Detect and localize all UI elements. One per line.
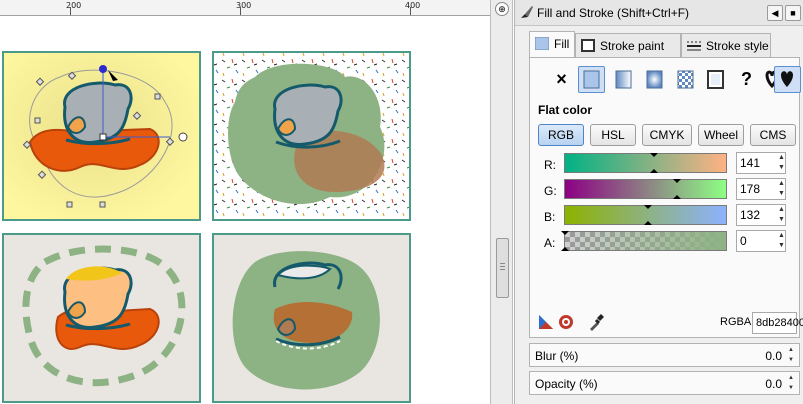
mode-wheel-button[interactable]: Wheel	[698, 124, 744, 146]
alpha-label: A:	[544, 236, 556, 250]
canvas-artwork	[2, 51, 411, 403]
dialog-titlebar: Fill and Stroke (Shift+Ctrl+F) ◀ ■	[515, 0, 803, 26]
slider-marker	[561, 247, 569, 251]
red-decrement[interactable]: ▼	[776, 163, 787, 174]
tab-stroke-style[interactable]: Stroke style	[681, 33, 771, 57]
swatch-button[interactable]	[702, 66, 729, 93]
ruler-label: 200	[66, 1, 82, 10]
blue-label: B:	[544, 210, 556, 224]
rgba-label: RGBA:	[720, 316, 755, 328]
vertical-scrollbar[interactable]: ⊕	[490, 0, 513, 404]
blue-slider[interactable]	[564, 205, 727, 225]
ruler-label: 400	[405, 1, 421, 10]
horizontal-ruler: 200 300 400	[0, 0, 490, 16]
slider-marker	[644, 205, 653, 209]
pattern-button[interactable]	[672, 66, 699, 93]
radial-gradient-button[interactable]	[641, 66, 668, 93]
tab-label: Stroke style	[706, 39, 769, 53]
slider-marker	[650, 153, 659, 157]
tab-label: Fill	[554, 37, 570, 51]
flat-color-button[interactable]	[578, 66, 605, 93]
opacity-label: Opacity (%)	[535, 377, 598, 391]
color-managed-icon[interactable]	[538, 314, 554, 330]
mode-rgb-button[interactable]: RGB	[538, 124, 584, 146]
rgba-input[interactable]: 8db28400	[752, 312, 803, 334]
green-decrement[interactable]: ▼	[776, 189, 787, 200]
red-label: R:	[544, 158, 556, 172]
fill-stroke-dialog: Fill and Stroke (Shift+Ctrl+F) ◀ ■ Fill …	[514, 0, 803, 404]
drawing-canvas[interactable]	[0, 17, 490, 404]
nonzero-icon	[781, 71, 793, 87]
dialog-title: Fill and Stroke (Shift+Ctrl+F)	[537, 6, 690, 20]
no-paint-button[interactable]: ×	[548, 66, 575, 93]
fill-icon	[535, 37, 549, 50]
fill-panel: × ? Flat color RGB HSL CMYK Wheel CMS R:…	[529, 57, 803, 338]
slider-marker	[673, 179, 682, 183]
slider-marker	[644, 221, 653, 225]
scrollbar-thumb[interactable]	[496, 238, 509, 298]
zoom-fit-icon[interactable]: ⊕	[495, 2, 509, 16]
stroke-paint-icon	[581, 39, 595, 52]
mode-cmyk-button[interactable]: CMYK	[642, 124, 692, 146]
brush-icon	[521, 6, 533, 18]
out-of-gamut-icon[interactable]	[558, 314, 574, 330]
blue-decrement[interactable]: ▼	[776, 215, 787, 226]
blur-spinner[interactable]: ▲ ▼	[786, 345, 796, 365]
green-label: G:	[544, 184, 557, 198]
mode-hsl-button[interactable]: HSL	[590, 124, 636, 146]
red-slider[interactable]	[564, 153, 727, 173]
color-picker-icon[interactable]	[588, 313, 604, 331]
unset-paint-button[interactable]: ?	[733, 66, 760, 93]
radial-gradient-icon	[646, 70, 663, 89]
opacity-row[interactable]: Opacity (%) 0.0 ▲ ▼	[529, 371, 800, 395]
blur-value[interactable]: 0.0	[765, 349, 782, 363]
alpha-decrement[interactable]: ▼	[776, 241, 787, 252]
slider-marker	[650, 169, 659, 173]
stroke-style-icon	[687, 41, 701, 51]
flat-color-icon	[583, 70, 600, 89]
slider-marker	[673, 195, 682, 199]
blur-label: Blur (%)	[535, 349, 579, 363]
linear-gradient-button[interactable]	[610, 66, 637, 93]
flat-color-label: Flat color	[538, 103, 593, 117]
alpha-slider[interactable]	[561, 231, 727, 251]
tab-label: Stroke paint	[600, 39, 665, 53]
ruler-label: 300	[236, 1, 252, 10]
linear-gradient-icon	[615, 70, 632, 89]
tab-fill[interactable]: Fill	[529, 31, 575, 57]
blur-row[interactable]: Blur (%) 0.0 ▲ ▼	[529, 343, 800, 367]
opacity-value[interactable]: 0.0	[765, 377, 782, 391]
pattern-icon	[677, 70, 694, 89]
fill-rule-nonzero-button[interactable]	[774, 66, 801, 93]
green-slider[interactable]	[564, 179, 727, 199]
swatch-icon	[707, 70, 724, 89]
no-paint-icon: ×	[556, 69, 567, 89]
unset-icon: ?	[741, 69, 752, 89]
tab-stroke-paint[interactable]: Stroke paint	[575, 33, 681, 57]
close-button[interactable]: ■	[785, 5, 801, 21]
slider-marker	[561, 231, 569, 235]
collapse-button[interactable]: ◀	[767, 5, 783, 21]
mode-cms-button[interactable]: CMS	[750, 124, 796, 146]
opacity-spinner[interactable]: ▲ ▼	[786, 373, 796, 393]
